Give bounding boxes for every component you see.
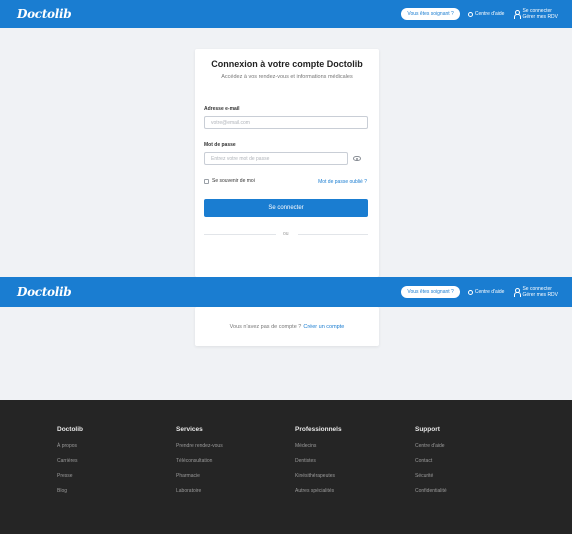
login-card: Connexion à votre compte Doctolib Accéde… — [195, 49, 379, 277]
top-header: Doctolib Vous êtes soignant ? Centre d'a… — [0, 0, 572, 28]
login-button[interactable]: Se connecter — [204, 199, 368, 217]
footer-column-doctolib: Doctolib À propos Carrières Presse Blog — [57, 426, 83, 503]
manage-label: Gérer mes RDV — [522, 14, 558, 20]
login-subtitle: Accédez à vos rendez-vous et information… — [221, 74, 353, 80]
help-link[interactable]: Centre d'aide — [467, 11, 505, 17]
footer-link[interactable]: Kinésithérapeutes — [295, 473, 342, 479]
doctolib-logo[interactable]: Doctolib — [17, 7, 72, 21]
no-account-text: Vous n'avez pas de compte ? — [229, 323, 302, 330]
footer-link[interactable]: Laboratoire — [176, 488, 223, 494]
divider-right — [298, 234, 368, 235]
footer-column-services: Services Prendre rendez-vous Téléconsult… — [176, 426, 223, 503]
user-icon — [514, 9, 522, 19]
sticky-header: Doctolib Vous êtes soignant ? Centre d'a… — [0, 277, 572, 307]
footer-link[interactable]: Pharmacie — [176, 473, 223, 479]
footer-link[interactable]: Dentistes — [295, 458, 342, 464]
help-link[interactable]: Centre d'aide — [467, 289, 505, 295]
footer-link[interactable]: Contact — [415, 458, 447, 464]
footer-link[interactable]: Presse — [57, 473, 83, 479]
create-account-link[interactable]: Créer un compte — [303, 324, 344, 330]
footer-link[interactable]: Médecins — [295, 443, 342, 449]
email-label: Adresse e-mail — [204, 106, 240, 112]
doctolib-logo[interactable]: Doctolib — [17, 285, 72, 299]
pro-button[interactable]: Vous êtes soignant ? — [401, 8, 460, 20]
or-separator: ou — [283, 231, 289, 237]
manage-label: Gérer mes RDV — [522, 292, 558, 298]
footer-heading: Support — [415, 426, 440, 433]
login-link[interactable]: Se connecter Gérer mes RDV — [514, 8, 558, 20]
show-password-icon[interactable] — [353, 156, 361, 161]
signup-card: Vous n'avez pas de compte ? Créer un com… — [195, 307, 379, 346]
help-icon — [467, 11, 473, 17]
remember-label: Se souvenir de moi — [212, 178, 255, 184]
help-label: Centre d'aide — [474, 289, 505, 295]
footer-link[interactable]: Confidentialité — [415, 488, 447, 494]
divider-left — [204, 234, 276, 235]
footer-heading: Doctolib — [57, 426, 83, 433]
footer-link[interactable]: À propos — [57, 443, 83, 449]
footer-link[interactable]: Carrières — [57, 458, 83, 464]
footer-link[interactable]: Sécurité — [415, 473, 447, 479]
footer-link[interactable]: Téléconsultation — [176, 458, 223, 464]
footer-heading: Services — [176, 426, 203, 433]
user-icon — [514, 287, 522, 297]
footer-link[interactable]: Blog — [57, 488, 83, 494]
password-field[interactable]: Entrez votre mot de passe — [204, 152, 348, 165]
email-field[interactable]: votre@email.com — [204, 116, 368, 129]
footer-link[interactable]: Autres spécialités — [295, 488, 342, 494]
remember-checkbox[interactable] — [204, 179, 209, 184]
login-link[interactable]: Se connecter Gérer mes RDV — [514, 286, 558, 298]
site-footer: Doctolib À propos Carrières Presse Blog … — [0, 400, 572, 534]
footer-heading: Professionnels — [295, 426, 342, 433]
footer-column-support: Support Centre d'aide Contact Sécurité C… — [415, 426, 447, 503]
footer-link[interactable]: Centre d'aide — [415, 443, 447, 449]
help-label: Centre d'aide — [474, 11, 505, 17]
footer-link[interactable]: Prendre rendez-vous — [176, 443, 223, 449]
footer-column-professionnels: Professionnels Médecins Dentistes Kinési… — [295, 426, 342, 503]
forgot-password-link[interactable]: Mot de passe oublié ? — [318, 179, 367, 185]
pro-button[interactable]: Vous êtes soignant ? — [401, 286, 460, 298]
help-icon — [467, 289, 473, 295]
login-title: Connexion à votre compte Doctolib — [211, 59, 363, 69]
password-label: Mot de passe — [204, 142, 236, 148]
